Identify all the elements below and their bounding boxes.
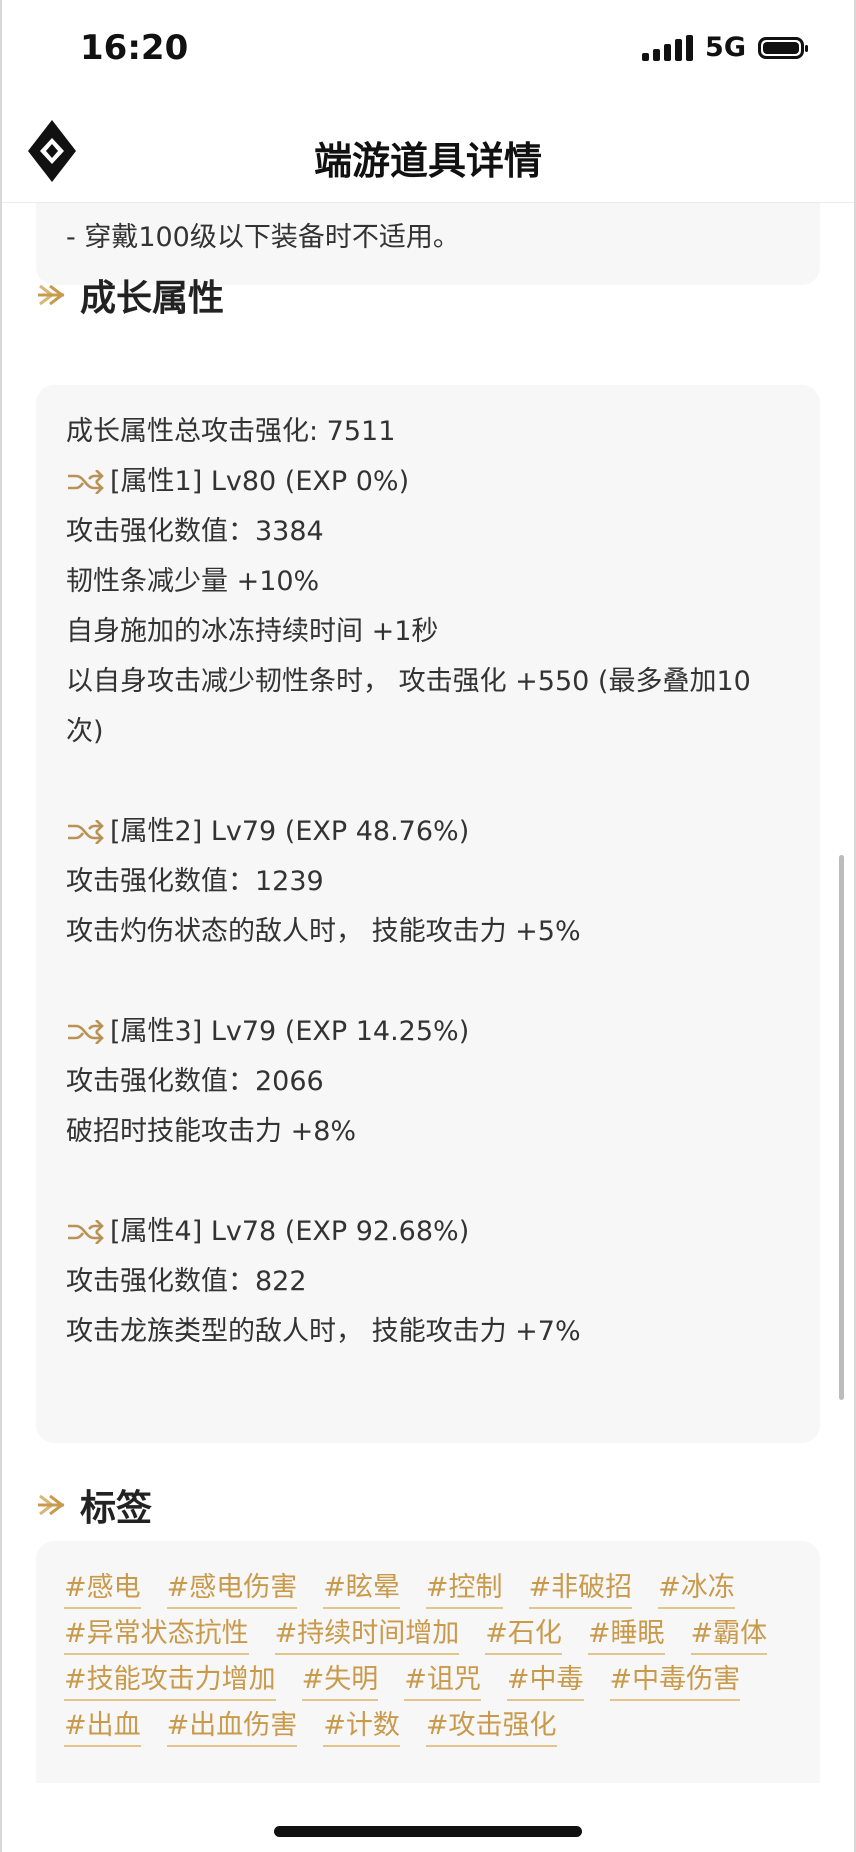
tag-item[interactable]: #异常状态抗性: [64, 1609, 249, 1655]
scrollbar[interactable]: [839, 855, 844, 1400]
tag-item[interactable]: #中毒伤害: [609, 1655, 741, 1701]
screen-edge-left: [0, 0, 2, 1852]
battery-icon: [758, 36, 808, 59]
attribute-1-effect-3-cont: 次): [66, 716, 104, 747]
attribute-1-effect-1: 韧性条减少量 +10%: [66, 566, 320, 597]
status-indicators: 5G: [642, 32, 808, 63]
section-header-growth: 成长属性: [36, 269, 224, 321]
status-time: 16:20: [80, 28, 189, 68]
tag-item[interactable]: #出血: [64, 1701, 141, 1747]
attribute-2-value: 攻击强化数值：1239: [66, 866, 324, 897]
attribute-1-title: [属性1] Lv80 (EXP 0%): [110, 466, 410, 497]
network-label: 5G: [705, 32, 746, 63]
section-header-tags: 标签: [36, 1479, 152, 1531]
tag-item[interactable]: #控制: [425, 1563, 503, 1609]
attribute-2-effect-1: 攻击灼伤状态的敌人时， 技能攻击力 +5%: [66, 916, 581, 947]
attribute-1-value: 攻击强化数值：3384: [66, 516, 324, 547]
tag-item[interactable]: #石化: [485, 1609, 562, 1655]
shuffle-icon: [68, 1020, 104, 1044]
home-area: [0, 1783, 856, 1852]
tags-list: #感电 #感电伤害 #眩晕 #控制 #非破招 #冰冻 #异常状态抗性 #持续时间增加 #石化 #睡…: [64, 1563, 800, 1747]
note-text: - 穿戴100级以下装备时不适用。: [66, 222, 460, 253]
tag-item[interactable]: #睡眠: [587, 1609, 665, 1655]
attribute-3-value: 攻击强化数值：2066: [66, 1066, 324, 1097]
tag-item[interactable]: #眩晕: [323, 1563, 400, 1609]
attribute-2-title: [属性2] Lv79 (EXP 48.76%): [110, 816, 470, 847]
tag-item[interactable]: #非破招: [528, 1563, 633, 1609]
tag-item[interactable]: #中毒: [506, 1655, 584, 1701]
tag-item[interactable]: #冰冻: [658, 1563, 735, 1609]
home-indicator[interactable]: [274, 1826, 582, 1837]
tag-item[interactable]: #持续时间增加: [274, 1609, 460, 1655]
attribute-1-effect-2: 自身施加的冰冻持续时间 +1秒: [66, 616, 439, 647]
page-title: 端游道具详情: [313, 139, 542, 183]
tag-item[interactable]: #霸体: [690, 1609, 768, 1655]
attribute-4-header: [属性4] Lv78 (EXP 92.68%): [66, 1207, 806, 1257]
nav-bar: 端游道具详情: [0, 100, 856, 203]
scroll-content[interactable]: - 穿戴100级以下装备时不适用。 成长属性 成长属性总攻击强化: 7511 […: [0, 203, 856, 1783]
tag-item[interactable]: #计数: [323, 1701, 400, 1747]
tags-card: #感电 #感电伤害 #眩晕 #控制 #非破招 #冰冻 #异常状态抗性 #持续时间增加 #石化 #睡…: [36, 1541, 820, 1783]
attribute-1-header: [属性1] Lv80 (EXP 0%): [66, 457, 806, 507]
section-title-tags: 标签: [80, 1488, 153, 1529]
attribute-3-header: [属性3] Lv79 (EXP 14.25%): [66, 1007, 806, 1057]
tag-item[interactable]: #感电: [64, 1563, 141, 1609]
growth-attributes: 成长属性总攻击强化: 7511 [属性1] Lv80 (EXP 0%) 攻击强化…: [66, 407, 806, 1357]
attribute-4-effect-1: 攻击龙族类型的敌人时， 技能攻击力 +7%: [66, 1316, 581, 1347]
shuffle-icon: [68, 820, 104, 844]
tag-item[interactable]: #感电伤害: [166, 1563, 298, 1609]
shuffle-icon: [68, 470, 104, 494]
attribute-2-header: [属性2] Lv79 (EXP 48.76%): [66, 807, 806, 857]
attribute-4-value: 攻击强化数值：822: [66, 1266, 307, 1297]
attribute-1-effect-3: 以自身攻击减少韧性条时， 攻击强化 +550 (最多叠加10: [66, 666, 751, 697]
attribute-3-title: [属性3] Lv79 (EXP 14.25%): [110, 1016, 470, 1047]
tag-item[interactable]: #出血伤害: [166, 1701, 298, 1747]
arrow-section-icon: [38, 1494, 65, 1516]
total-attack-line: 成长属性总攻击强化: 7511: [66, 416, 396, 447]
arrow-section-icon: [38, 284, 65, 306]
section-title-growth: 成长属性: [80, 278, 225, 319]
attribute-4-title: [属性4] Lv78 (EXP 92.68%): [110, 1216, 470, 1247]
tag-item[interactable]: #诅咒: [404, 1655, 481, 1701]
tag-item[interactable]: #攻击强化: [425, 1701, 557, 1747]
growth-card: 成长属性总攻击强化: 7511 [属性1] Lv80 (EXP 0%) 攻击强化…: [36, 385, 820, 1443]
signal-icon: [642, 34, 694, 61]
status-bar: 16:20 5G: [0, 0, 856, 100]
shuffle-icon: [68, 1220, 104, 1244]
tag-item[interactable]: #失明: [301, 1655, 379, 1701]
attribute-3-effect-1: 破招时技能攻击力 +8%: [66, 1116, 357, 1147]
tag-item[interactable]: #技能攻击力增加: [64, 1655, 276, 1701]
